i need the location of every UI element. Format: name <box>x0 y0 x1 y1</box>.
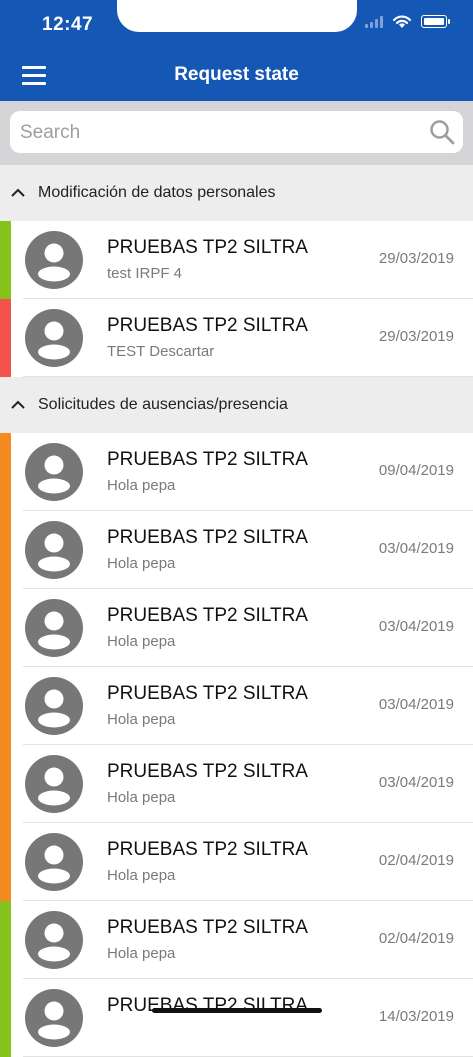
page-title: Request state <box>174 64 299 85</box>
requester-name: PRUEBAS TP2 SILTRA <box>107 839 308 860</box>
request-row[interactable]: PRUEBAS TP2 SILTRA Hola pepa 03/04/2019 <box>0 511 473 589</box>
search-box <box>10 111 463 155</box>
avatar-icon <box>25 599 83 657</box>
status-indicator <box>0 511 11 589</box>
status-indicator <box>0 667 11 745</box>
request-row[interactable]: PRUEBAS TP2 SILTRA Hola pepa 03/04/2019 <box>0 589 473 667</box>
request-description: Hola pepa <box>107 477 176 494</box>
avatar-icon <box>25 989 83 1047</box>
requester-name: PRUEBAS TP2 SILTRA <box>107 995 308 1016</box>
request-description: Hola pepa <box>107 633 176 650</box>
requester-name: PRUEBAS TP2 SILTRA <box>107 605 308 626</box>
request-row[interactable]: PRUEBAS TP2 SILTRA Hola pepa 09/04/2019 <box>0 433 473 511</box>
section-title: Solicitudes de ausencias/presencia <box>38 396 288 413</box>
status-icons <box>365 14 450 29</box>
requester-name: PRUEBAS TP2 SILTRA <box>107 527 308 548</box>
request-date: 14/03/2019 <box>378 1008 454 1025</box>
request-date: 03/04/2019 <box>378 540 454 557</box>
avatar-icon <box>25 521 83 579</box>
chevron-up-icon <box>8 395 28 415</box>
request-date: 03/04/2019 <box>378 696 454 713</box>
request-row[interactable]: PRUEBAS TP2 SILTRA Hola pepa 02/04/2019 <box>0 901 473 979</box>
request-row[interactable]: PRUEBAS TP2 SILTRA TEST Descartar 29/03/20… <box>0 299 473 377</box>
request-description: Hola pepa <box>107 945 176 962</box>
avatar-icon <box>25 911 83 969</box>
request-row[interactable]: PRUEBAS TP2 SILTRA Hola pepa 03/04/2019 <box>0 667 473 745</box>
request-row[interactable]: PRUEBAS TP2 SILTRA Hola pepa 03/04/2019 <box>0 745 473 823</box>
chevron-up-icon <box>8 183 28 203</box>
device-notch <box>117 0 357 32</box>
requester-name: PRUEBAS TP2 SILTRA <box>107 449 308 470</box>
request-row[interactable]: PRUEBAS TP2 SILTRA 14/03/2019 <box>0 979 473 1057</box>
search-bar <box>0 101 473 165</box>
cellular-signal-icon <box>365 15 383 28</box>
status-indicator <box>0 901 11 979</box>
status-indicator <box>0 979 11 1057</box>
request-row[interactable]: PRUEBAS TP2 SILTRA Hola pepa 02/04/2019 <box>0 823 473 901</box>
search-input[interactable] <box>18 111 422 155</box>
request-date: 02/04/2019 <box>378 930 454 947</box>
wifi-icon <box>392 15 412 28</box>
request-description: Hola pepa <box>107 555 176 572</box>
status-indicator <box>0 221 11 299</box>
home-indicator <box>152 1008 322 1013</box>
requester-name: PRUEBAS TP2 SILTRA <box>107 761 308 782</box>
request-description: Hola pepa <box>107 789 176 806</box>
status-indicator <box>0 823 11 901</box>
section-header[interactable]: Modificación de datos personales <box>0 165 473 221</box>
request-date: 29/03/2019 <box>378 250 454 267</box>
request-description: test IRPF 4 <box>107 265 183 282</box>
app-header: 12:47 Request state <box>0 0 473 101</box>
section-header[interactable]: Solicitudes de ausencias/presencia <box>0 377 473 433</box>
requester-name: PRUEBAS TP2 SILTRA <box>107 315 308 336</box>
avatar-icon <box>25 443 83 501</box>
avatar-icon <box>25 833 83 891</box>
requester-name: PRUEBAS TP2 SILTRA <box>107 237 308 258</box>
request-date: 29/03/2019 <box>378 328 454 345</box>
request-row[interactable]: PRUEBAS TP2 SILTRA test IRPF 4 29/03/2019 <box>0 221 473 299</box>
avatar-icon <box>25 755 83 813</box>
requester-name: PRUEBAS TP2 SILTRA <box>107 917 308 938</box>
request-date: 03/04/2019 <box>378 618 454 635</box>
status-indicator <box>0 589 11 667</box>
status-indicator <box>0 745 11 823</box>
request-date: 09/04/2019 <box>378 462 454 479</box>
status-time: 12:47 <box>42 14 94 35</box>
avatar-icon <box>25 309 83 367</box>
battery-icon <box>421 15 450 28</box>
request-description: Hola pepa <box>107 711 176 728</box>
request-date: 03/04/2019 <box>378 774 454 791</box>
avatar-icon <box>25 677 83 735</box>
section-title: Modificación de datos personales <box>38 184 276 201</box>
status-indicator <box>0 433 11 511</box>
status-indicator <box>0 299 11 377</box>
avatar-icon <box>25 231 83 289</box>
requester-name: PRUEBAS TP2 SILTRA <box>107 683 308 704</box>
request-date: 02/04/2019 <box>378 852 454 869</box>
request-description: TEST Descartar <box>107 343 215 360</box>
request-description: Hola pepa <box>107 867 176 884</box>
search-icon[interactable] <box>429 119 455 145</box>
